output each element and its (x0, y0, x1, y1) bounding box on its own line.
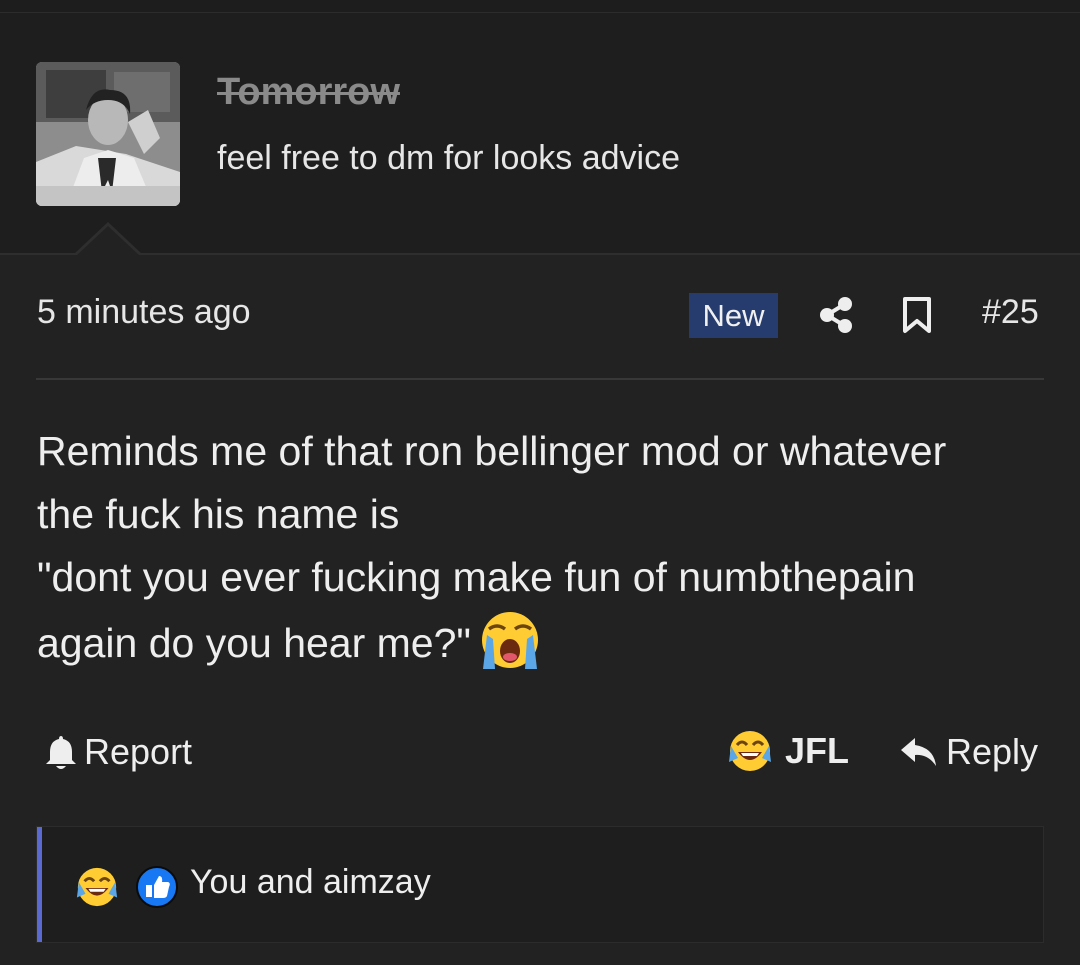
post-body-line: "dont you ever fucking make fun of numbt… (37, 554, 916, 600)
reaction-accent-bar (37, 827, 42, 942)
divider (36, 378, 1044, 380)
reply-label: Reply (946, 731, 1039, 772)
jfl-label: JFL (785, 730, 850, 771)
post-timestamp[interactable]: 5 minutes ago (37, 293, 251, 332)
laughing-crying-emoji-icon (75, 865, 119, 909)
reply-arrow-icon (901, 738, 936, 766)
report-label: Report (84, 731, 193, 772)
report-button[interactable]: Report (44, 728, 192, 776)
top-divider (0, 0, 1080, 13)
new-badge: New (689, 293, 778, 338)
reply-button[interactable]: Reply (900, 728, 1038, 776)
post-body-line: again do you hear me?" (37, 620, 471, 666)
reactions-bar[interactable]: You and aimzay (36, 826, 1044, 943)
post-author-header: Tomorrow feel free to dm for looks advic… (0, 13, 1080, 255)
laughing-crying-emoji-icon (729, 731, 771, 771)
jfl-reaction-button[interactable]: JFL (727, 726, 849, 776)
user-title: feel free to dm for looks advice (217, 139, 681, 177)
crying-laughing-emoji-icon (477, 609, 543, 675)
share-icon[interactable] (818, 296, 854, 334)
avatar[interactable] (36, 62, 180, 206)
thumbs-up-icon (135, 865, 179, 909)
bell-icon (46, 736, 76, 769)
post-body: Reminds me of that ron bellinger mod or … (37, 420, 1047, 675)
reaction-users-text[interactable]: You and aimzay (190, 863, 431, 902)
post-body-line: Reminds me of that ron bellinger mod or … (37, 428, 947, 474)
bookmark-icon[interactable] (901, 296, 933, 334)
post-body-line: the fuck his name is (37, 491, 400, 537)
username-link[interactable]: Tomorrow (217, 71, 400, 114)
post-number-link[interactable]: #25 (982, 293, 1039, 332)
